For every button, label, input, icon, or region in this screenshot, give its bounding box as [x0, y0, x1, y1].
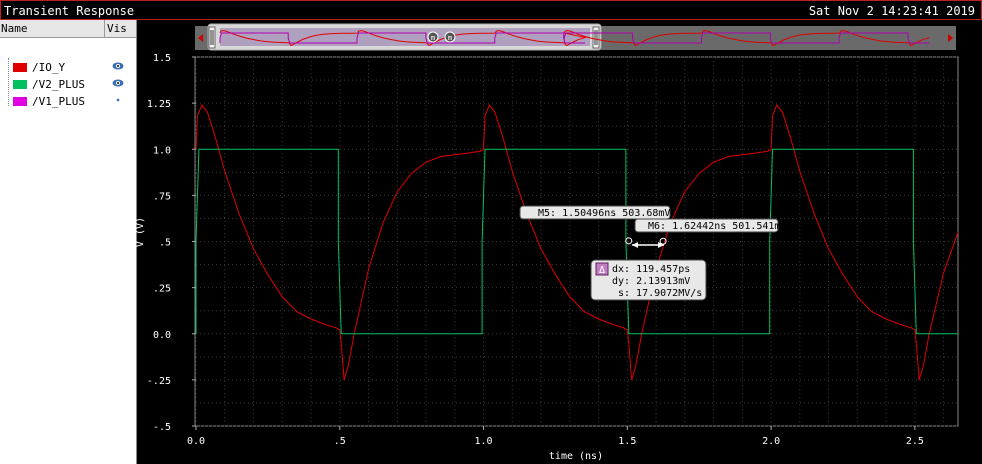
y-tick-label: 0.0 — [153, 330, 171, 341]
y-axis-ticks: 1.5 1.25 1.0 .75 .5 .25 0.0 -.25 -.5 — [147, 53, 196, 433]
marker-m-glyph: m — [448, 34, 452, 42]
viewport-right-handle[interactable] — [592, 26, 600, 49]
x-axis-label: time (ns) — [549, 451, 603, 462]
y-tick-label: -.25 — [147, 376, 171, 387]
y-tick-label: 1.5 — [153, 53, 171, 64]
overview-navigator[interactable]: m m — [196, 23, 955, 51]
delta-dy: dy: 2.13913mV — [612, 276, 690, 287]
y-tick-label: .5 — [159, 238, 171, 249]
x-tick-label: 0.0 — [187, 436, 205, 447]
x-tick-label: 2.5 — [906, 436, 924, 447]
y-tick-label: 1.25 — [147, 99, 171, 110]
overview-viewport-inner — [220, 28, 590, 46]
x-axis-ticks: 0.0 .5 1.0 1.5 2.0 2.5 — [187, 426, 924, 447]
y-tick-label: -.5 — [153, 422, 171, 433]
y-tick-label: .25 — [153, 284, 171, 295]
delta-icon-glyph: Δ — [599, 265, 605, 276]
x-tick-label: 1.5 — [618, 436, 636, 447]
y-axis-label: V (V) — [135, 217, 146, 247]
transient-plot: m m 1.51.251.0.75.5.250.0-.25-.5 0.0.5 1.… — [135, 23, 959, 462]
marker-m-glyph: m — [431, 34, 435, 42]
delta-slope: s: 17.9072MV/s — [618, 288, 702, 299]
delta-dx: dx: 119.457ps — [612, 264, 690, 275]
marker-m6-label: M6: 1.62442ns 501.541mV — [648, 221, 786, 232]
x-tick-label: .5 — [334, 436, 346, 447]
marker-m5-label: M5: 1.50496ns 503.68mV — [538, 208, 670, 219]
x-tick-label: 1.0 — [475, 436, 493, 447]
viewport-left-handle[interactable] — [208, 26, 216, 49]
x-tick-label: 2.0 — [762, 436, 780, 447]
y-tick-label: .75 — [153, 191, 171, 202]
y-tick-label: 1.0 — [153, 145, 171, 156]
